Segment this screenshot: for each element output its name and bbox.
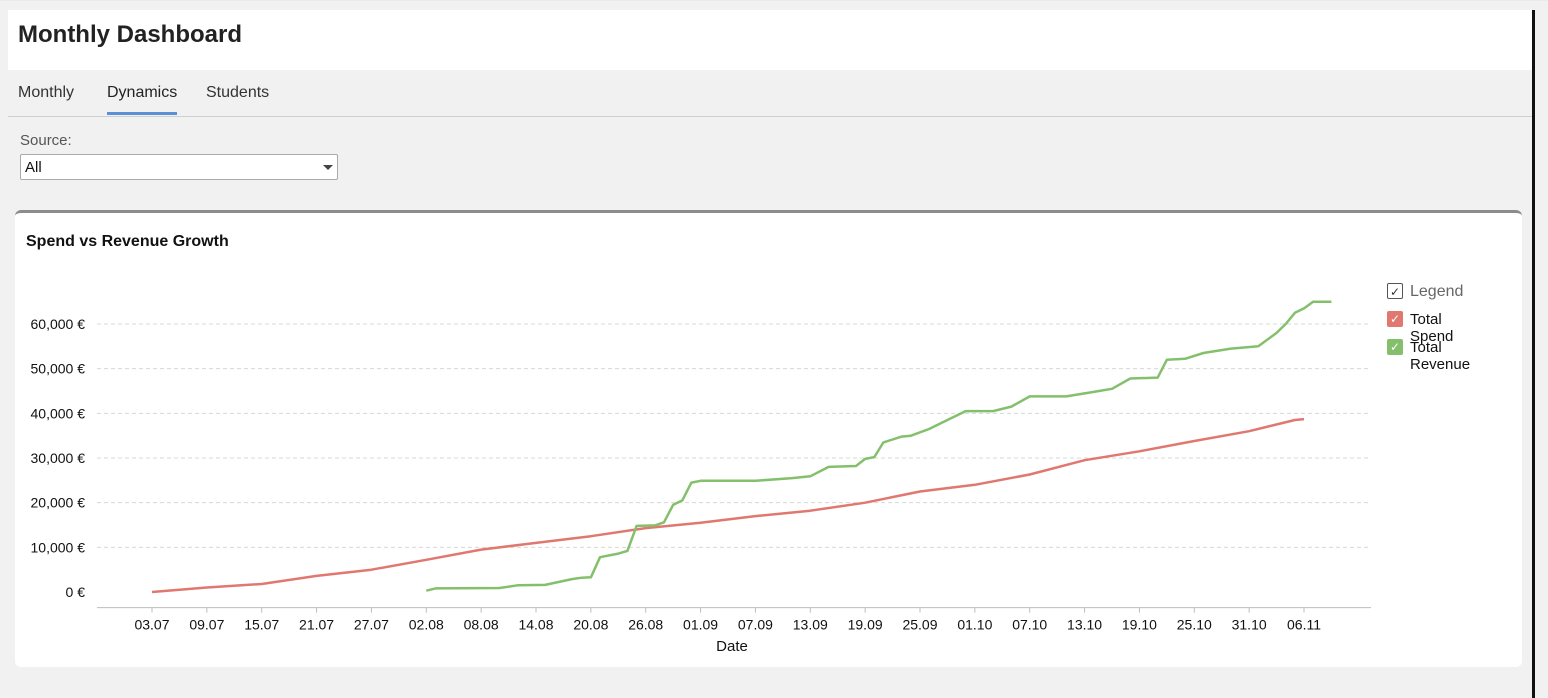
- y-axis-ticks: 0 € 10,000 € 20,000 € 30,000 € 40,000 € 50,00…: [31, 316, 86, 600]
- y-tick-label: 20,000 €: [31, 495, 86, 511]
- x-tick-label: 25.09: [902, 617, 937, 633]
- check-icon: ✓: [1387, 339, 1403, 355]
- legend-label: Total Revenue: [1410, 339, 1471, 373]
- x-tick-label: 07.09: [738, 617, 773, 633]
- series-line-total-spend: [151, 417, 1305, 594]
- x-axis-ticks: 03.07 09.07 15.07 21.07 27.07 02.08 08.08 14.08…: [134, 607, 1321, 633]
- window-edge: [1532, 10, 1535, 698]
- x-tick-label: 13.09: [793, 617, 828, 633]
- tab-dynamics[interactable]: Dynamics: [107, 84, 178, 115]
- tab-bar: Monthly Dynamics Students: [8, 72, 1532, 117]
- x-tick-label: 03.07: [134, 617, 169, 633]
- line-chart: 0 € 10,000 € 20,000 € 30,000 € 40,000 € 50,00…: [31, 300, 1371, 655]
- chevron-down-icon: [323, 165, 333, 170]
- x-tick-label: 19.10: [1122, 617, 1157, 633]
- series-lines: [151, 300, 1332, 594]
- check-icon: ✓: [1387, 283, 1403, 299]
- x-tick-label: 06.11: [1287, 617, 1321, 633]
- x-tick-label: 27.07: [354, 617, 389, 633]
- y-tick-label: 10,000 €: [31, 539, 86, 555]
- y-tick-label: 30,000 €: [31, 450, 86, 466]
- x-tick-label: 09.07: [189, 617, 224, 633]
- tab-monthly[interactable]: Monthly: [18, 84, 74, 112]
- x-tick-label: 31.10: [1232, 617, 1267, 633]
- source-filter-label: Source:: [20, 132, 72, 149]
- y-tick-label: 50,000 €: [31, 361, 86, 377]
- source-select-value: All: [25, 159, 42, 176]
- grid-lines: [97, 323, 1371, 609]
- page-header: Monthly Dashboard: [8, 10, 1532, 70]
- x-tick-label: 26.08: [628, 617, 663, 633]
- check-icon: ✓: [1387, 311, 1403, 327]
- page-title: Monthly Dashboard: [18, 21, 243, 48]
- x-tick-label: 13.10: [1067, 617, 1102, 633]
- x-tick-label: 01.10: [957, 617, 992, 633]
- x-tick-label: 25.10: [1177, 617, 1212, 633]
- x-tick-label: 19.09: [848, 617, 883, 633]
- y-tick-label: 0 €: [66, 584, 86, 600]
- x-tick-label: 15.07: [244, 617, 279, 633]
- x-tick-label: 14.08: [518, 617, 553, 633]
- source-select[interactable]: All: [20, 154, 338, 180]
- x-axis-title: Date: [716, 638, 748, 655]
- tab-students[interactable]: Students: [206, 84, 269, 112]
- chart-card: Spend vs Revenue Growth 0 €10,000 €20,00…: [15, 210, 1522, 667]
- x-tick-label: 08.08: [464, 617, 499, 633]
- y-tick-label: 40,000 €: [31, 405, 86, 421]
- x-tick-label: 01.09: [683, 617, 718, 633]
- x-tick-label: 21.07: [299, 617, 334, 633]
- x-tick-label: 20.08: [573, 617, 608, 633]
- y-tick-label: 60,000 €: [31, 316, 86, 332]
- x-tick-label: 07.10: [1012, 617, 1047, 633]
- x-tick-label: 02.08: [409, 617, 444, 633]
- legend-title: Legend: [1410, 283, 1464, 300]
